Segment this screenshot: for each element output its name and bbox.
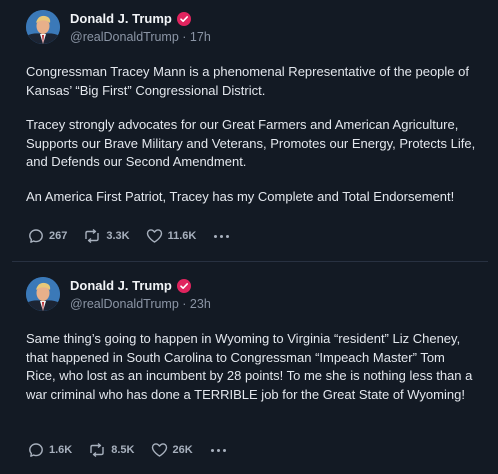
comment-bubble-icon: [29, 229, 43, 243]
repost-arrows-icon: [85, 228, 100, 244]
repost-button[interactable]: 3.3K: [83, 228, 130, 244]
like-button[interactable]: 26K: [151, 442, 193, 458]
handle[interactable]: @realDonaldTrump: [70, 297, 179, 311]
post-time[interactable]: 17h: [190, 30, 211, 44]
reply-button[interactable]: 1.6K: [28, 442, 72, 458]
heart-icon: [151, 443, 167, 457]
post-paragraph: Congressman Tracey Mann is a phenomenal …: [26, 64, 469, 98]
display-name[interactable]: Donald J. Trump: [70, 278, 172, 293]
repost-count: 3.3K: [106, 230, 130, 242]
like-button[interactable]: 11.6K: [146, 228, 197, 244]
post-paragraph: Same thing’s going to happen in Wyoming …: [26, 331, 473, 402]
like-count: 26K: [172, 444, 193, 456]
avatar[interactable]: [26, 10, 60, 44]
post-paragraph: Tracey strongly advocates for our Great …: [26, 117, 476, 169]
repost-button[interactable]: 8.5K: [88, 442, 135, 458]
post-time[interactable]: 23h: [190, 297, 211, 311]
meta-separator: ·: [182, 297, 190, 311]
reply-count: 267: [49, 230, 68, 242]
more-dots-icon[interactable]: [212, 231, 231, 242]
post-paragraph: An America First Patriot, Tracey has my …: [26, 188, 455, 204]
post-body: Congressman Tracey Mann is a phenomenal …: [26, 63, 478, 222]
comment-bubble-icon: [29, 443, 43, 457]
display-name[interactable]: Donald J. Trump: [70, 11, 172, 26]
post-actions: 267 3.3K 11.6K: [28, 226, 231, 246]
heart-icon: [146, 229, 162, 243]
post-card[interactable]: Donald J. Trump @realDonaldTrump · 17h C…: [12, 0, 488, 262]
post-feed: Donald J. Trump @realDonaldTrump · 17h C…: [0, 0, 498, 474]
verified-badge-icon: [176, 11, 191, 26]
post-card[interactable]: Donald J. Trump @realDonaldTrump · 23h S…: [12, 263, 488, 474]
repost-arrows-icon: [90, 442, 104, 458]
reply-button[interactable]: 267: [28, 228, 67, 244]
reply-count: 1.6K: [49, 444, 73, 456]
meta-separator: ·: [182, 30, 190, 44]
repost-count: 8.5K: [111, 444, 135, 456]
post-actions: 1.6K 8.5K 26K: [28, 440, 228, 460]
verified-badge-icon: [176, 278, 191, 293]
more-dots-icon[interactable]: [209, 445, 228, 456]
handle[interactable]: @realDonaldTrump: [70, 30, 179, 44]
like-count: 11.6K: [167, 230, 197, 242]
post-body: Same thing’s going to happen in Wyoming …: [26, 330, 478, 420]
avatar[interactable]: [26, 277, 60, 311]
